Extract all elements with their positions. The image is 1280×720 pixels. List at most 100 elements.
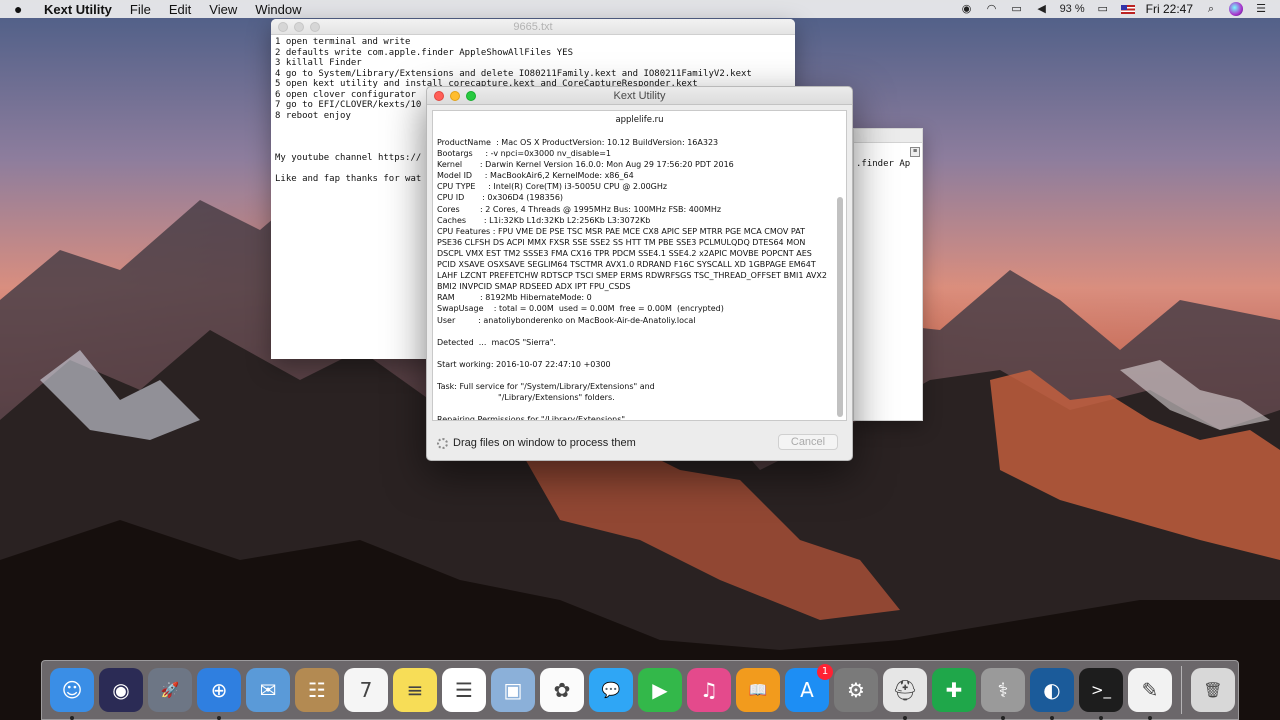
view-menu[interactable]: View bbox=[209, 2, 237, 17]
wifi-icon[interactable]: ◠ bbox=[985, 3, 999, 15]
log-line: Start working: 2016-10-07 22:47:10 +0300 bbox=[437, 359, 611, 369]
calendar-icon[interactable]: 7 bbox=[344, 668, 388, 712]
quicktime-icon[interactable]: ◐ bbox=[1030, 668, 1074, 720]
text-line: 2 defaults write com.apple.finder AppleS… bbox=[275, 47, 574, 58]
dock-item-glyph: ◉ bbox=[112, 678, 130, 702]
minimize-button[interactable] bbox=[450, 91, 460, 101]
background-window-text: .finder Ap bbox=[856, 159, 911, 169]
zoom-button[interactable] bbox=[466, 91, 476, 101]
messages-icon[interactable]: 💬 bbox=[589, 668, 633, 712]
log-line: "/Library/Extensions" folders. bbox=[437, 393, 615, 403]
safari-icon[interactable]: ⊕ bbox=[197, 668, 241, 720]
text-line: 3 killall Finder bbox=[275, 58, 362, 68]
dock-item-glyph: ⚕ bbox=[997, 678, 1009, 702]
dock-item-glyph: ⚙ bbox=[847, 678, 865, 702]
dock-item-glyph: ≡ bbox=[406, 678, 424, 702]
siri-icon[interactable]: ◉ bbox=[99, 668, 143, 712]
terminal-icon[interactable]: >_ bbox=[1079, 668, 1123, 720]
dock-item-glyph: >_ bbox=[1090, 681, 1112, 699]
dock-item-glyph: ◐ bbox=[1043, 678, 1061, 702]
close-button[interactable] bbox=[278, 22, 288, 32]
log-line: CPU Features : FPU VME DE PSE TSC MSR PA… bbox=[437, 226, 805, 236]
log-line: Model ID : MacBookAir6,2 KernelMode: x86… bbox=[437, 171, 634, 181]
apple-menu-icon[interactable]: ● bbox=[14, 1, 28, 17]
edit-menu[interactable]: Edit bbox=[169, 2, 191, 17]
dock-item-glyph: ☺ bbox=[61, 678, 83, 702]
log-line: CPU TYPE : Intel(R) Core(TM) i3-5005U CP… bbox=[437, 182, 668, 192]
dock-item-glyph: ⛑ bbox=[892, 678, 918, 702]
dock-item-glyph: ▣ bbox=[503, 678, 523, 702]
log-line: PCID XSAVE OSXSAVE SEGLIM64 TSCTMR AVX1.… bbox=[437, 260, 816, 270]
running-indicator bbox=[70, 716, 74, 720]
photos-icon[interactable]: ✿ bbox=[540, 668, 584, 712]
battery-level[interactable]: 93 % bbox=[1060, 3, 1085, 15]
reminders-icon[interactable]: ☰ bbox=[442, 668, 486, 712]
trash-icon[interactable]: 🗑 bbox=[1191, 668, 1235, 712]
cancel-button[interactable]: Cancel bbox=[778, 434, 838, 450]
dock-item-glyph: ⊕ bbox=[210, 678, 228, 702]
dock-item-glyph: 🗑 bbox=[1203, 681, 1223, 699]
facetime-icon[interactable]: ▶ bbox=[638, 668, 682, 712]
itunes-icon[interactable]: ♫ bbox=[687, 668, 731, 712]
minimize-button[interactable] bbox=[294, 22, 304, 32]
background-window[interactable]: ≡ .finder Ap bbox=[853, 128, 923, 421]
launchpad-icon[interactable]: 🚀 bbox=[148, 668, 192, 712]
window-menu[interactable]: Window bbox=[255, 2, 301, 17]
kext-utility-icon[interactable]: ⛑ bbox=[883, 668, 927, 720]
notification-center-icon[interactable]: ☰ bbox=[1254, 3, 1268, 15]
contacts-icon[interactable]: ☷ bbox=[295, 668, 339, 712]
background-window-titlebar[interactable] bbox=[854, 129, 922, 143]
airplay-icon[interactable]: ▭ bbox=[1010, 3, 1024, 15]
kext-utility-window[interactable]: Kext Utility applelife.ru ProductName : … bbox=[426, 86, 853, 461]
log-output[interactable]: applelife.ru ProductName : Mac OS X Prod… bbox=[432, 110, 847, 421]
textedit-titlebar[interactable]: 9665.txt bbox=[271, 19, 795, 35]
dock-item-glyph: ✿ bbox=[553, 678, 571, 702]
dock: ☺ ◉ 🚀 ⊕ ✉ ☷ 7 ≡ ☰ ▣ ✿ 💬 ▶ ♫ 📖 A 1 ⚙ ⛑ ✚ ⚕ ◐ >_ ✎ 🗑 bbox=[41, 660, 1239, 720]
dock-item-glyph: ☰ bbox=[455, 678, 473, 702]
running-indicator bbox=[217, 716, 221, 720]
log-header: applelife.ru bbox=[615, 115, 664, 125]
log-lines: ProductName : Mac OS X ProductVersion: 1… bbox=[437, 137, 834, 421]
app-menu[interactable]: Kext Utility bbox=[44, 2, 112, 17]
preview-icon[interactable]: ▣ bbox=[491, 668, 535, 712]
dock-item-glyph: ✎ bbox=[1141, 678, 1159, 702]
zoom-button[interactable] bbox=[310, 22, 320, 32]
dock-item-glyph: ☷ bbox=[308, 678, 326, 702]
disk-utility-icon[interactable]: ⚕ bbox=[981, 668, 1025, 720]
running-indicator bbox=[1148, 716, 1152, 720]
log-line: ProductName : Mac OS X ProductVersion: 1… bbox=[437, 138, 719, 147]
log-line: DSCPL VMX EST TM2 SSSE3 FMA CX16 TPR PDC… bbox=[437, 248, 812, 258]
battery-icon[interactable]: ▭ bbox=[1096, 3, 1110, 15]
mail-icon[interactable]: ✉ bbox=[246, 668, 290, 712]
volume-icon[interactable]: ◀ bbox=[1035, 3, 1049, 15]
running-indicator bbox=[1050, 716, 1054, 720]
vibrant-icon[interactable]: ✚ bbox=[932, 668, 976, 712]
record-icon[interactable]: ◉ bbox=[960, 3, 974, 15]
scrollbar[interactable] bbox=[837, 197, 843, 417]
clock[interactable]: Fri 22:47 bbox=[1146, 2, 1193, 16]
log-line: Kernel : Darwin Kernel Version 16.0.0: M… bbox=[437, 160, 734, 170]
notes-icon[interactable]: ≡ bbox=[393, 668, 437, 712]
log-line: BMI2 INVPCID SMAP RDSEED ADX IPT FPU_CSD… bbox=[437, 282, 631, 292]
file-menu[interactable]: File bbox=[130, 2, 151, 17]
list-view-icon[interactable]: ≡ bbox=[910, 147, 920, 157]
siri-icon[interactable] bbox=[1229, 2, 1243, 16]
kext-utility-titlebar[interactable]: Kext Utility bbox=[427, 87, 852, 105]
spotlight-search-icon[interactable]: ⌕ bbox=[1204, 3, 1218, 15]
finder-icon[interactable]: ☺ bbox=[50, 668, 94, 720]
close-button[interactable] bbox=[434, 91, 444, 101]
text-line: 4 go to System/Library/Extensions and de… bbox=[275, 68, 752, 79]
dock-separator bbox=[1181, 666, 1182, 714]
dock-item-glyph: ▶ bbox=[652, 678, 668, 702]
app-store-icon[interactable]: A1 bbox=[785, 664, 833, 712]
log-line: RAM : 8192Mb HibernateMode: 0 bbox=[437, 293, 592, 303]
input-source-flag-icon[interactable] bbox=[1120, 4, 1135, 14]
textedit-icon[interactable]: ✎ bbox=[1128, 668, 1172, 720]
ibooks-icon[interactable]: 📖 bbox=[736, 668, 780, 712]
textedit-title: 9665.txt bbox=[513, 21, 553, 33]
system-preferences-icon[interactable]: ⚙ bbox=[834, 668, 878, 712]
window-title: Kext Utility bbox=[613, 90, 666, 102]
log-line: Repairing Permissions for "/Library/Exte… bbox=[437, 415, 636, 421]
